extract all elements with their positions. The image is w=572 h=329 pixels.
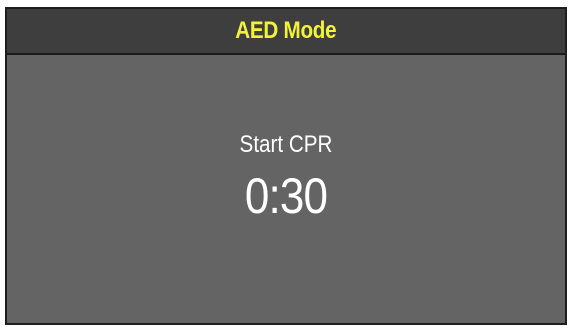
main-content: Start CPR 0:30 — [7, 55, 565, 323]
mode-title: AED Mode — [235, 17, 337, 44]
cpr-instruction: Start CPR — [239, 131, 333, 158]
device-screen: AED Mode Start CPR 0:30 — [5, 7, 567, 325]
countdown-timer: 0:30 — [244, 168, 328, 224]
title-bar: AED Mode — [7, 9, 565, 55]
